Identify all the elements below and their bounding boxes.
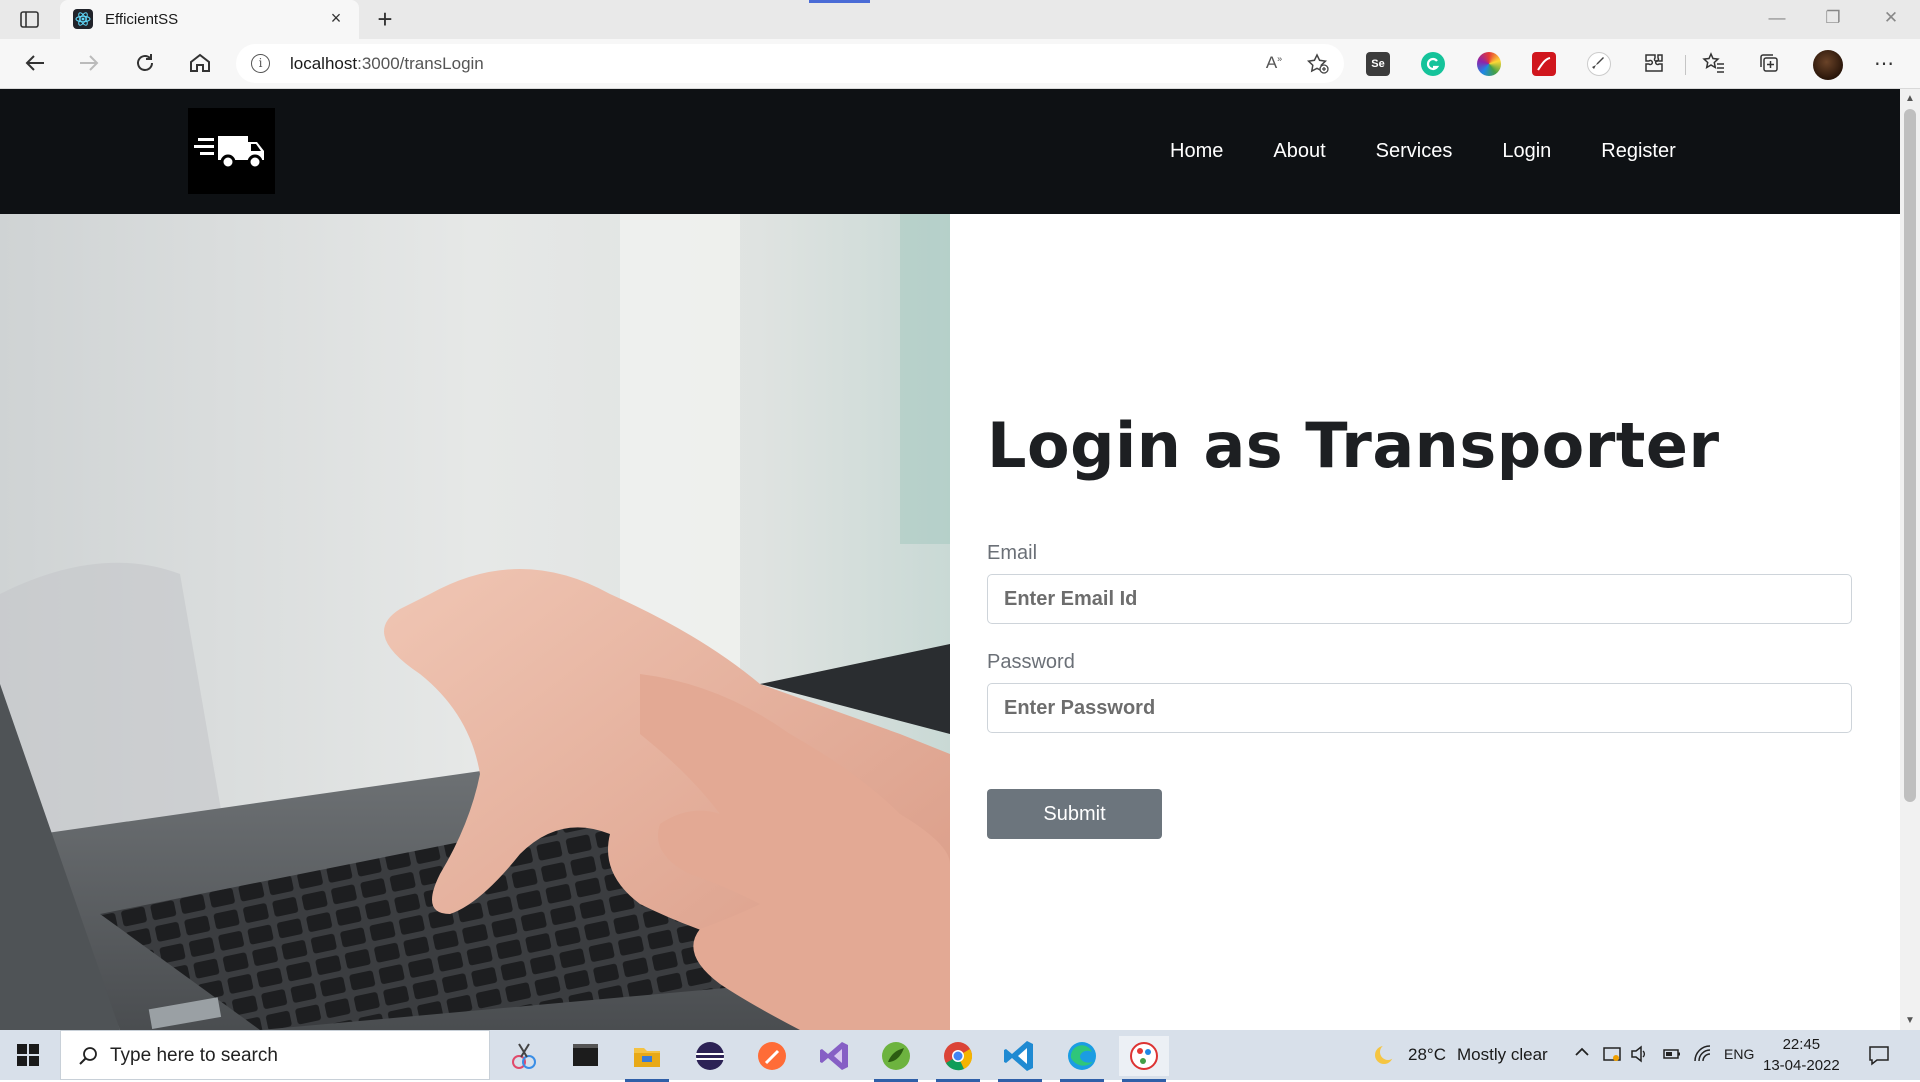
selenium-ide-extension[interactable]: Se [1366,52,1390,76]
pdf-extension[interactable] [1532,52,1556,76]
scroll-down-icon[interactable]: ▼ [1905,1015,1915,1026]
favorites-icon[interactable] [1701,51,1727,77]
weather-temperature[interactable]: 28°C [1408,1045,1446,1065]
wifi-icon[interactable] [1692,1044,1714,1066]
more-options-icon[interactable]: ⋯ [1871,51,1897,77]
page-title: Login as Transporter [987,409,1720,482]
read-aloud-icon[interactable]: A» [1262,53,1286,75]
react-favicon-icon [73,9,93,29]
nav-login-link[interactable]: Login [1502,140,1551,163]
url-text: localhost:3000/transLogin [290,54,484,74]
rocket-extension[interactable] [1587,52,1611,76]
typing-on-laptop-image [0,214,950,1030]
url-path: :3000/transLogin [357,54,484,73]
home-icon[interactable] [186,51,214,77]
windows-taskbar: Type here to search 28°C Mostly clear EN… [0,1030,1920,1082]
color-picker-extension[interactable] [1477,52,1501,76]
scroll-up-icon[interactable]: ▲ [1905,93,1915,104]
search-icon [77,1045,99,1067]
page-scrollbar[interactable]: ▲ ▼ [1900,89,1920,1030]
add-favorite-icon[interactable] [1306,53,1330,75]
profile-avatar[interactable] [1813,50,1843,80]
extensions-icon[interactable] [1641,51,1667,77]
submit-button[interactable]: Submit [987,789,1162,839]
edge-app-icon[interactable] [1057,1036,1107,1082]
password-field[interactable] [987,683,1852,733]
nav-register-link[interactable]: Register [1601,140,1675,163]
clock-date: 13-04-2022 [1763,1057,1840,1074]
chrome-app-icon[interactable] [933,1036,983,1082]
email-label: Email [987,542,1038,564]
browser-tab-bar: EfficientSS × + — ❐ ✕ [0,0,1920,39]
tab-title: EfficientSS [105,11,179,28]
terminal-app-icon[interactable] [560,1036,610,1076]
eclipse-app-icon[interactable] [685,1036,735,1076]
back-arrow-icon[interactable] [21,51,49,77]
toolbar-separator [1685,55,1686,75]
network-meter-icon[interactable] [1601,1044,1623,1066]
web-page: Home About Services Login Register Login… [0,89,1900,1030]
nav-services-link[interactable]: Services [1376,140,1453,163]
nav-about-link[interactable]: About [1273,140,1325,163]
tab-actions-icon[interactable] [18,10,42,30]
grammarly-extension[interactable] [1421,52,1445,76]
forward-arrow-icon[interactable] [75,51,103,77]
collections-icon[interactable] [1756,51,1782,77]
visual-studio-app-icon[interactable] [809,1036,859,1076]
scroll-thumb[interactable] [1904,109,1916,802]
spring-tool-suite-app-icon[interactable] [871,1036,921,1082]
weather-description[interactable]: Mostly clear [1457,1045,1548,1065]
email-field[interactable] [987,574,1852,624]
site-navbar: Home About Services Login Register [0,89,1900,214]
login-form-panel: Login as Transporter Email Password Subm… [950,214,1900,1030]
refresh-icon[interactable] [131,51,159,77]
language-indicator[interactable]: ENG [1724,1046,1754,1062]
new-tab-button[interactable]: + [370,5,400,33]
password-label: Password [987,651,1075,673]
windows-start-icon[interactable] [17,1044,39,1066]
selenium-label: Se [1371,58,1385,70]
address-bar[interactable]: i localhost:3000/transLogin A» [236,44,1344,83]
file-explorer-app-icon[interactable] [622,1036,672,1082]
tab-close-icon[interactable]: × [325,8,347,29]
browser-tab-active[interactable]: EfficientSS × [60,0,359,39]
vs-code-app-icon[interactable] [995,1036,1045,1082]
speaker-icon[interactable] [1628,1044,1650,1066]
taskbar-search-input[interactable]: Type here to search [60,1030,490,1080]
nav-home-link[interactable]: Home [1170,140,1223,163]
delivery-truck-logo[interactable] [188,108,275,194]
search-placeholder: Type here to search [110,1045,278,1066]
minimize-button[interactable]: — [1762,8,1792,30]
system-clock[interactable]: 22:45 13-04-2022 [1763,1034,1840,1076]
postman-app-icon[interactable] [747,1036,797,1076]
paint-app-icon[interactable] [1119,1036,1169,1082]
close-window-button[interactable]: ✕ [1876,8,1906,30]
window-indicator [809,0,870,3]
site-info-icon[interactable]: i [251,54,270,73]
snipping-tool-app-icon[interactable] [499,1036,549,1076]
main-nav: Home About Services Login Register [1170,140,1676,163]
chevron-up-icon[interactable] [1571,1044,1593,1066]
browser-toolbar: i localhost:3000/transLogin A» Se ⋯ [0,39,1920,89]
restore-button[interactable]: ❐ [1818,8,1848,30]
url-host: localhost [290,54,358,73]
battery-icon[interactable] [1661,1044,1683,1066]
clock-time: 22:45 [1782,1036,1821,1053]
weather-moon-icon[interactable] [1372,1043,1396,1065]
notifications-icon[interactable] [1868,1044,1890,1066]
